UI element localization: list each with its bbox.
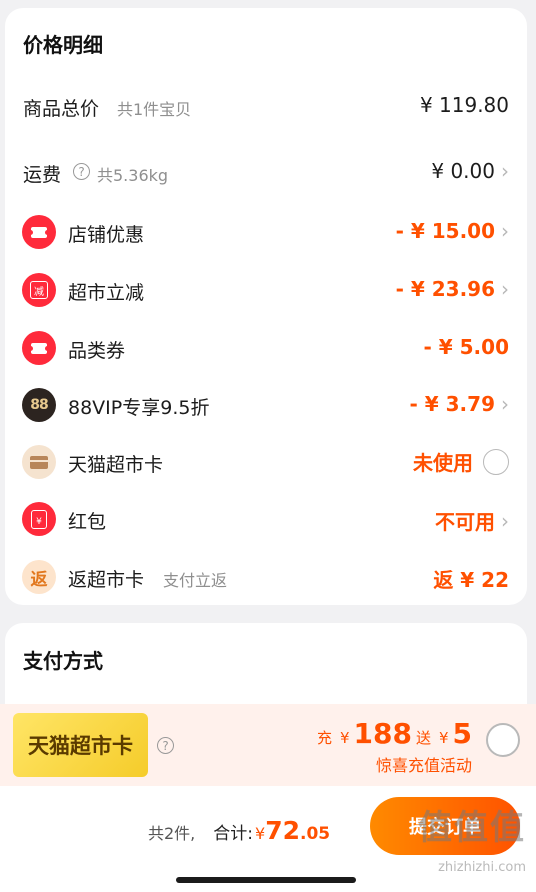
item-count: 共2件, bbox=[148, 824, 196, 843]
red-packet-icon: ¥ bbox=[22, 502, 56, 536]
row-sub: 支付立返 bbox=[163, 571, 228, 590]
row-label: 返超市卡 bbox=[68, 569, 145, 591]
row-shipping[interactable]: 运费 ? 共5.36kg ¥ 0.00 › bbox=[5, 152, 527, 192]
gift-card-icon bbox=[22, 445, 56, 479]
price-detail-title: 价格明细 bbox=[23, 33, 103, 57]
help-icon[interactable]: ? bbox=[157, 737, 174, 754]
chevron-right-icon: › bbox=[501, 277, 509, 301]
instant-discount-icon: 减 bbox=[22, 273, 56, 307]
cashback-icon: 返 bbox=[22, 560, 56, 594]
row-value: - ¥ 15.00 › bbox=[395, 219, 509, 243]
row-label: 商品总价 bbox=[23, 98, 100, 120]
watermark: 值值值 bbox=[418, 808, 526, 848]
coupon-ticket-icon bbox=[22, 331, 56, 365]
tmall-card-badge: 天猫超市卡 bbox=[13, 713, 148, 777]
row-value: - ¥ 23.96 › bbox=[395, 277, 509, 301]
row-value: 不可用 › bbox=[435, 508, 509, 535]
gift-amount: 5 bbox=[452, 717, 472, 750]
row-sub: 共1件宝贝 bbox=[117, 100, 192, 119]
charge-amount: 188 bbox=[353, 717, 412, 750]
total-label: 合计: bbox=[213, 824, 254, 844]
row-label: 运费 bbox=[23, 164, 62, 186]
payment-method-title: 支付方式 bbox=[23, 649, 103, 673]
promo-subtitle: 惊喜充值活动 bbox=[375, 756, 472, 775]
row-sub: 共5.36kg bbox=[97, 166, 169, 185]
gift-currency: ¥ bbox=[438, 729, 449, 747]
gift-label: 送 bbox=[415, 729, 431, 747]
price-detail-card: 价格明细 商品总价 共1件宝贝 ¥ 119.80 运费 ? 共5.36kg ¥ … bbox=[5, 8, 527, 605]
charge-currency: ¥ bbox=[339, 729, 350, 747]
row-tmall-card[interactable]: 天猫超市卡 未使用 bbox=[5, 442, 527, 482]
total-amount-integer: 72 bbox=[265, 816, 300, 845]
charge-label: 充 bbox=[316, 729, 332, 747]
watermark-url: zhizhizhi.com bbox=[438, 860, 526, 875]
row-value: ¥ 119.80 bbox=[419, 93, 509, 117]
row-store-discount[interactable]: 店铺优惠 - ¥ 15.00 › bbox=[5, 212, 527, 252]
row-value: 返 ¥ 22 bbox=[433, 568, 509, 592]
row-cashback-card: 返 返超市卡 支付立返 返 ¥ 22 bbox=[5, 557, 527, 597]
chevron-right-icon: › bbox=[501, 159, 509, 183]
home-indicator[interactable] bbox=[176, 877, 356, 883]
promo-radio[interactable] bbox=[486, 723, 520, 757]
row-label: 超市立减 bbox=[68, 282, 145, 304]
promo-text: 充 ¥ 188 送 ¥ 5 惊喜充值活动 bbox=[313, 717, 472, 776]
row-label: 红包 bbox=[68, 511, 107, 533]
row-value: ¥ 0.00 › bbox=[431, 159, 509, 183]
row-red-packet[interactable]: ¥ 红包 不可用 › bbox=[5, 499, 527, 539]
row-label: 品类券 bbox=[68, 340, 126, 362]
recharge-promo-banner[interactable]: 天猫超市卡 ? 充 ¥ 188 送 ¥ 5 惊喜充值活动 bbox=[0, 704, 536, 786]
vip88-icon: 88 bbox=[22, 388, 56, 422]
coupon-ticket-icon bbox=[22, 215, 56, 249]
row-goods-total: 商品总价 共1件宝贝 ¥ 119.80 bbox=[5, 86, 527, 126]
row-category-coupon: 品类券 - ¥ 5.00 bbox=[5, 328, 527, 368]
row-label: 88VIP专享9.5折 bbox=[68, 397, 210, 419]
row-value: - ¥ 3.79 › bbox=[409, 392, 510, 416]
row-88vip-discount[interactable]: 88 88VIP专享9.5折 - ¥ 3.79 › bbox=[5, 385, 527, 425]
row-instant-discount[interactable]: 减 超市立减 - ¥ 23.96 › bbox=[5, 270, 527, 310]
chevron-right-icon: › bbox=[501, 392, 509, 416]
row-label: 店铺优惠 bbox=[68, 224, 145, 246]
row-value: 未使用 bbox=[413, 447, 509, 476]
row-value: - ¥ 5.00 bbox=[423, 335, 510, 359]
chevron-right-icon: › bbox=[501, 508, 509, 533]
checkout-bar: 共2件, 合计: ¥ 72 .05 提交订单 值值值 zhizhizhi.com bbox=[0, 786, 536, 892]
total-amount-decimal: .05 bbox=[300, 824, 331, 844]
tmall-card-radio[interactable] bbox=[483, 448, 509, 475]
row-label: 天猫超市卡 bbox=[68, 454, 164, 476]
help-icon[interactable]: ? bbox=[73, 163, 90, 180]
order-summary: 共2件, 合计: ¥ 72 .05 bbox=[148, 816, 330, 845]
chevron-right-icon: › bbox=[501, 219, 509, 243]
total-currency: ¥ bbox=[255, 824, 266, 843]
